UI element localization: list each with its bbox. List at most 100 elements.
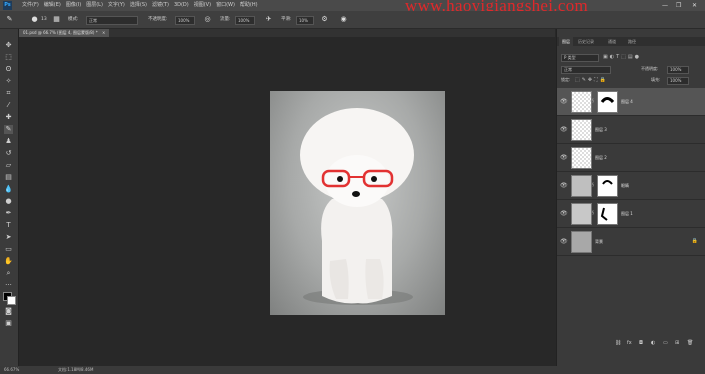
layer-row[interactable]: 👁 背景 🔒	[557, 228, 705, 256]
smooth-settings-icon[interactable]: ⚙	[320, 15, 329, 24]
visibility-eye-icon[interactable]: 👁	[560, 154, 568, 161]
opacity-input[interactable]: 100%	[175, 16, 195, 25]
flow-input[interactable]: 100%	[235, 16, 255, 25]
close-window-button[interactable]: ✕	[692, 0, 697, 11]
layer-thumbnail[interactable]	[571, 203, 592, 225]
link-chain-icon[interactable]: §	[592, 182, 594, 187]
layer-mask-thumbnail[interactable]	[597, 91, 618, 113]
layer-opacity-input[interactable]: 100%	[667, 66, 689, 74]
gradient-icon[interactable]: ▤	[4, 173, 13, 182]
layer-row[interactable]: 👁 § 眼睛	[557, 172, 705, 200]
lock-icons[interactable]: ⬚✎✥⛶🔒	[575, 75, 608, 85]
menu-type[interactable]: 文字(Y)	[108, 0, 125, 11]
layer-mask-thumbnail[interactable]	[597, 175, 618, 197]
layer-thumbnail[interactable]	[571, 147, 592, 169]
trash-icon[interactable]: 🗑	[687, 337, 693, 349]
move-icon[interactable]: ✥	[4, 41, 13, 50]
quick-mask-icon[interactable]: ◙	[4, 307, 13, 316]
menu-window[interactable]: 窗口(W)	[216, 0, 235, 11]
filter-icons[interactable]: ▣◐T⬚▤●	[603, 52, 641, 62]
zoom-icon[interactable]: ⌕	[4, 269, 13, 278]
healing-icon[interactable]: ✚	[4, 113, 13, 122]
brush-tool-icon[interactable]: ✎	[5, 15, 14, 24]
path-select-icon[interactable]: ➤	[4, 233, 13, 242]
hand-icon[interactable]: ✋	[4, 257, 13, 266]
layer-name[interactable]: 图层 3	[595, 127, 607, 132]
menu-help[interactable]: 帮助(H)	[240, 0, 258, 11]
layer-row[interactable]: 👁 § 图层 4	[557, 88, 705, 116]
restore-button[interactable]: ❐	[676, 0, 681, 11]
eyedropper-icon[interactable]: ⁄	[4, 101, 13, 110]
adjustment-icon[interactable]: ◐	[651, 337, 655, 349]
folder-icon[interactable]: ▭	[663, 337, 668, 349]
menu-image[interactable]: 图像(I)	[66, 0, 81, 11]
layer-name[interactable]: 图层 4	[621, 99, 633, 104]
layer-thumbnail[interactable]	[571, 119, 592, 141]
layer-thumbnail[interactable]	[571, 91, 592, 113]
background-color-swatch[interactable]	[7, 296, 16, 305]
marquee-icon[interactable]: ⬚	[4, 53, 13, 62]
visibility-eye-icon[interactable]: 👁	[560, 126, 568, 133]
layer-row[interactable]: 👁 图层 2	[557, 144, 705, 172]
layer-filter-select[interactable]: P 类型	[561, 54, 599, 62]
visibility-eye-icon[interactable]: 👁	[560, 238, 568, 245]
pressure-opacity-icon[interactable]: ◎	[203, 15, 212, 24]
pressure-size-icon[interactable]: ◉	[339, 15, 348, 24]
blend-mode-select[interactable]: 正常	[561, 66, 611, 74]
brush-preset-icon[interactable]: ●	[30, 15, 39, 24]
link-chain-icon[interactable]: §	[592, 210, 594, 215]
layer-row[interactable]: 👁 § 图层 1	[557, 200, 705, 228]
tab-paths[interactable]: 路径	[625, 37, 639, 46]
layer-thumbnail[interactable]	[571, 175, 592, 197]
menu-view[interactable]: 视图(V)	[194, 0, 211, 11]
link-chain-icon[interactable]: §	[592, 98, 594, 103]
history-brush-icon[interactable]: ↺	[4, 149, 13, 158]
menu-select[interactable]: 选择(S)	[130, 0, 147, 11]
menu-3d[interactable]: 3D(D)	[174, 0, 189, 11]
document-tab[interactable]: 01.psd @ 66.7% (图层 4, 图层蒙版/8) * ×	[19, 29, 110, 37]
layer-mask-thumbnail[interactable]	[597, 203, 618, 225]
fill-input[interactable]: 100%	[667, 77, 689, 85]
menu-file[interactable]: 文件(F)	[22, 0, 39, 11]
pen-icon[interactable]: ✒	[4, 209, 13, 218]
tab-history[interactable]: 历史记录	[575, 37, 597, 46]
layer-thumbnail[interactable]	[571, 231, 592, 253]
document-canvas[interactable]	[270, 91, 445, 315]
tab-channels[interactable]: 通道	[605, 37, 619, 46]
mask-icon[interactable]: ◘	[639, 337, 643, 349]
visibility-eye-icon[interactable]: 👁	[560, 210, 568, 217]
link-icon[interactable]: ⛓	[615, 337, 621, 349]
airbrush-icon[interactable]: ✈	[264, 15, 273, 24]
minimize-button[interactable]: —	[662, 0, 668, 11]
mode-select[interactable]: 正常	[86, 16, 138, 25]
lasso-icon[interactable]: ʘ	[4, 65, 13, 74]
stamp-icon[interactable]: ♟	[4, 137, 13, 146]
brush-panel-icon[interactable]: ▦	[52, 15, 61, 24]
tab-layers[interactable]: 图层	[559, 37, 573, 46]
layer-row[interactable]: 👁 图层 3	[557, 116, 705, 144]
brush-size-value[interactable]: 13	[41, 11, 47, 28]
eraser-icon[interactable]: ▱	[4, 161, 13, 170]
quick-select-icon[interactable]: ✧	[4, 77, 13, 86]
visibility-eye-icon[interactable]: 👁	[560, 98, 568, 105]
more-tools-icon[interactable]: ···	[4, 281, 13, 290]
crop-icon[interactable]: ⌗	[4, 89, 13, 98]
layer-name[interactable]: 图层 1	[621, 211, 633, 216]
layer-name[interactable]: 背景	[595, 239, 603, 244]
dodge-icon[interactable]: ●	[4, 197, 13, 206]
visibility-eye-icon[interactable]: 👁	[560, 182, 568, 189]
layer-name[interactable]: 图层 2	[595, 155, 607, 160]
zoom-level[interactable]: 66.67%	[4, 366, 19, 374]
new-layer-icon[interactable]: ⊞	[675, 337, 679, 349]
shape-icon[interactable]: ▭	[4, 245, 13, 254]
menu-filter[interactable]: 滤镜(T)	[152, 0, 169, 11]
type-icon[interactable]: T	[4, 221, 13, 230]
screen-mode-icon[interactable]: ▣	[4, 319, 13, 328]
document-tab-close-icon[interactable]: ×	[102, 30, 105, 35]
smooth-input[interactable]: 10%	[296, 16, 314, 25]
blur-icon[interactable]: 💧	[4, 185, 13, 194]
menu-edit[interactable]: 编辑(E)	[44, 0, 61, 11]
fx-icon[interactable]: fx	[627, 337, 632, 349]
brush-icon[interactable]: ✎	[4, 125, 13, 134]
layer-name[interactable]: 眼睛	[621, 183, 629, 188]
